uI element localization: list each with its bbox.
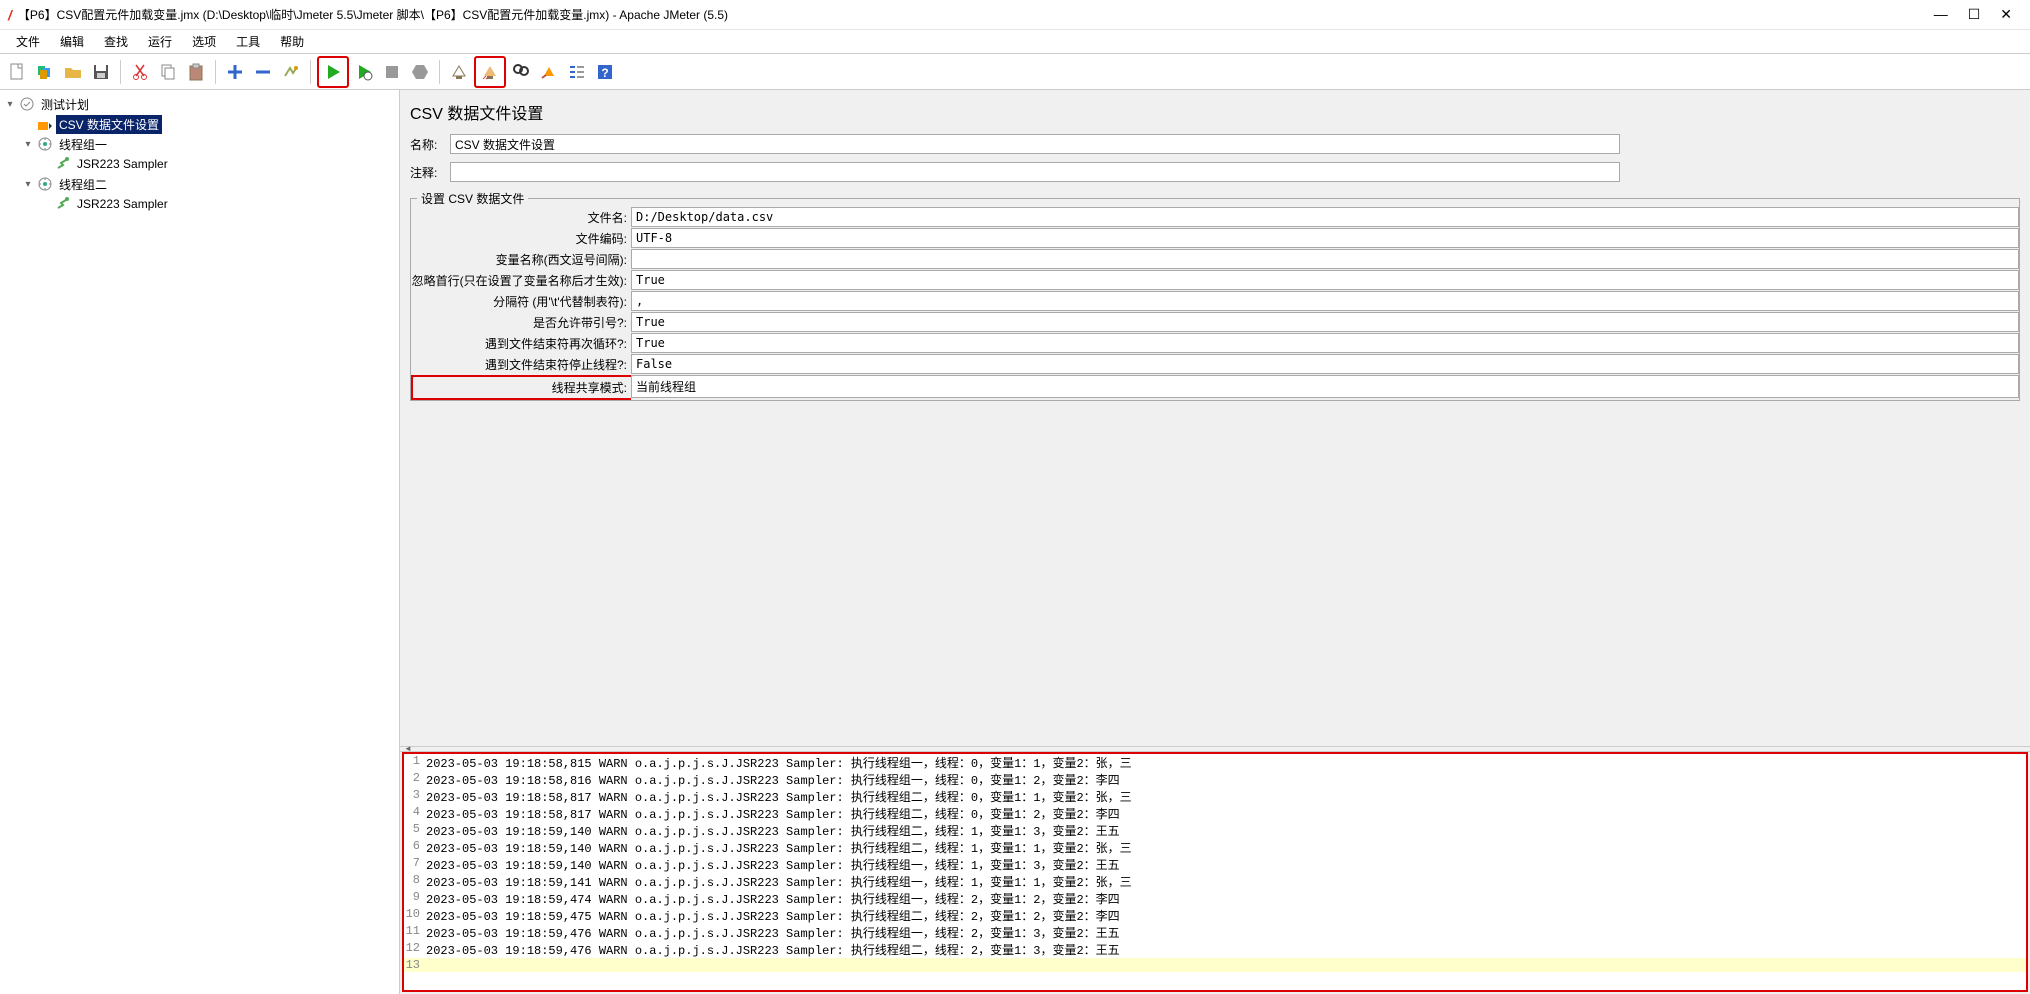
collapse-icon[interactable]: ▾ [22,179,34,190]
log-line: 82023-05-03 19:18:59,141 WARN o.a.j.p.j.… [404,873,2026,890]
window-title: 【P6】CSV配置元件加载变量.jmx (D:\Desktop\临时\Jmete… [18,6,1934,23]
save-icon[interactable] [88,59,114,85]
start-icon[interactable] [320,59,346,85]
collapse-icon[interactable] [250,59,276,85]
log-line: 102023-05-03 19:18:59,475 WARN o.a.j.p.j… [404,907,2026,924]
testplan-icon [19,96,35,112]
collapse-icon[interactable]: ▾ [22,139,34,150]
paste-icon[interactable] [183,59,209,85]
maximize-button[interactable]: ☐ [1968,6,1981,23]
tree-thread-group-1[interactable]: ▾ 线程组一 [18,134,399,154]
varnames-input[interactable] [631,249,2019,269]
ignorefirst-label: 忽略首行(只在设置了变量名称后才生效): [411,270,631,291]
tree-thread-group-2[interactable]: ▾ 线程组二 [18,174,399,194]
tree-panel[interactable]: ▾ 测试计划 CSV 数据文件设置 ▾ 线程组一 JSR223 Sampler … [0,90,400,994]
log-line: 32023-05-03 19:18:58,817 WARN o.a.j.p.j.… [404,788,2026,805]
recycle-label: 遇到文件结束符再次循环?: [411,333,631,354]
tree-sampler-2[interactable]: JSR223 Sampler [36,194,399,214]
config-panel: CSV 数据文件设置 名称: 注释: 设置 CSV 数据文件 文件名: 文件编码… [400,90,2030,746]
stop-combo[interactable]: False [631,354,2019,374]
log-panel[interactable]: 12023-05-03 19:18:58,815 WARN o.a.j.p.j.… [402,752,2028,992]
encoding-input[interactable] [631,228,2019,248]
log-line: 62023-05-03 19:18:59,140 WARN o.a.j.p.j.… [404,839,2026,856]
delimiter-input[interactable] [631,291,2019,311]
tree-label: JSR223 Sampler [74,156,171,172]
menu-run[interactable]: 运行 [140,31,180,52]
cut-icon[interactable] [127,59,153,85]
tree-label: JSR223 Sampler [74,196,171,212]
menu-tools[interactable]: 工具 [228,31,268,52]
filename-input[interactable] [631,207,2019,227]
menu-help[interactable]: 帮助 [272,31,312,52]
toolbar: ? [0,54,2030,90]
log-line: 42023-05-03 19:18:58,817 WARN o.a.j.p.j.… [404,805,2026,822]
quoted-combo[interactable]: True [631,312,2019,332]
tree-label: 测试计划 [38,95,92,114]
filename-label: 文件名: [411,207,631,228]
toggle-icon[interactable] [278,59,304,85]
tree-label: 线程组一 [56,135,110,154]
quoted-label: 是否允许带引号?: [411,312,631,333]
config-icon [37,116,53,132]
help-icon[interactable]: ? [592,59,618,85]
panel-title: CSV 数据文件设置 [410,96,2020,134]
svg-text:?: ? [601,66,608,80]
copy-icon[interactable] [155,59,181,85]
new-icon[interactable] [4,59,30,85]
tree-test-plan[interactable]: ▾ 测试计划 [0,94,399,114]
shutdown-icon[interactable] [407,59,433,85]
menu-edit[interactable]: 编辑 [52,31,92,52]
expand-icon[interactable] [222,59,248,85]
menubar: 文件 编辑 查找 运行 选项 工具 帮助 [0,30,2030,54]
window-titlebar: / 【P6】CSV配置元件加载变量.jmx (D:\Desktop\临时\Jme… [0,0,2030,30]
fieldset-legend: 设置 CSV 数据文件 [417,190,528,207]
close-button[interactable]: ✕ [2000,6,2012,23]
sampler-icon [55,196,71,212]
name-label: 名称: [410,136,450,153]
share-combo[interactable]: 当前线程组 [631,375,2019,398]
recycle-combo[interactable]: True [631,333,2019,353]
collapse-icon[interactable]: ▾ [4,99,16,110]
share-label: 线程共享模式: [411,375,631,400]
reset-search-icon[interactable] [536,59,562,85]
tree-csv-config[interactable]: CSV 数据文件设置 [18,114,399,134]
log-line: 13 [404,958,2026,972]
log-line: 92023-05-03 19:18:59,474 WARN o.a.j.p.j.… [404,890,2026,907]
log-line: 52023-05-03 19:18:59,140 WARN o.a.j.p.j.… [404,822,2026,839]
comment-label: 注释: [410,164,450,181]
menu-options[interactable]: 选项 [184,31,224,52]
ignorefirst-combo[interactable]: True [631,270,2019,290]
log-line: 122023-05-03 19:18:59,476 WARN o.a.j.p.j… [404,941,2026,958]
threadgroup-icon [37,136,53,152]
search-icon[interactable] [508,59,534,85]
delimiter-label: 分隔符 (用'\t'代替制表符): [411,291,631,312]
start-no-timers-icon[interactable] [351,59,377,85]
app-icon: / [8,7,12,23]
tree-sampler-1[interactable]: JSR223 Sampler [36,154,399,174]
templates-icon[interactable] [32,59,58,85]
log-line: 112023-05-03 19:18:59,476 WARN o.a.j.p.j… [404,924,2026,941]
log-line: 12023-05-03 19:18:58,815 WARN o.a.j.p.j.… [404,754,2026,771]
threadgroup-icon [37,176,53,192]
encoding-label: 文件编码: [411,228,631,249]
clear-icon[interactable] [446,59,472,85]
stop-label: 遇到文件结束符停止线程?: [411,354,631,375]
menu-file[interactable]: 文件 [8,31,48,52]
stop-icon[interactable] [379,59,405,85]
sampler-icon [55,156,71,172]
menu-search[interactable]: 查找 [96,31,136,52]
comment-input[interactable] [450,162,1620,182]
name-input[interactable] [450,134,1620,154]
tree-label: CSV 数据文件设置 [56,115,162,134]
varnames-label: 变量名称(西文逗号间隔): [411,249,631,270]
clear-all-icon[interactable] [477,59,503,85]
log-line: 72023-05-03 19:18:59,140 WARN o.a.j.p.j.… [404,856,2026,873]
log-line: 22023-05-03 19:18:58,816 WARN o.a.j.p.j.… [404,771,2026,788]
tree-label: 线程组二 [56,175,110,194]
function-helper-icon[interactable] [564,59,590,85]
minimize-button[interactable]: — [1934,6,1948,23]
open-icon[interactable] [60,59,86,85]
